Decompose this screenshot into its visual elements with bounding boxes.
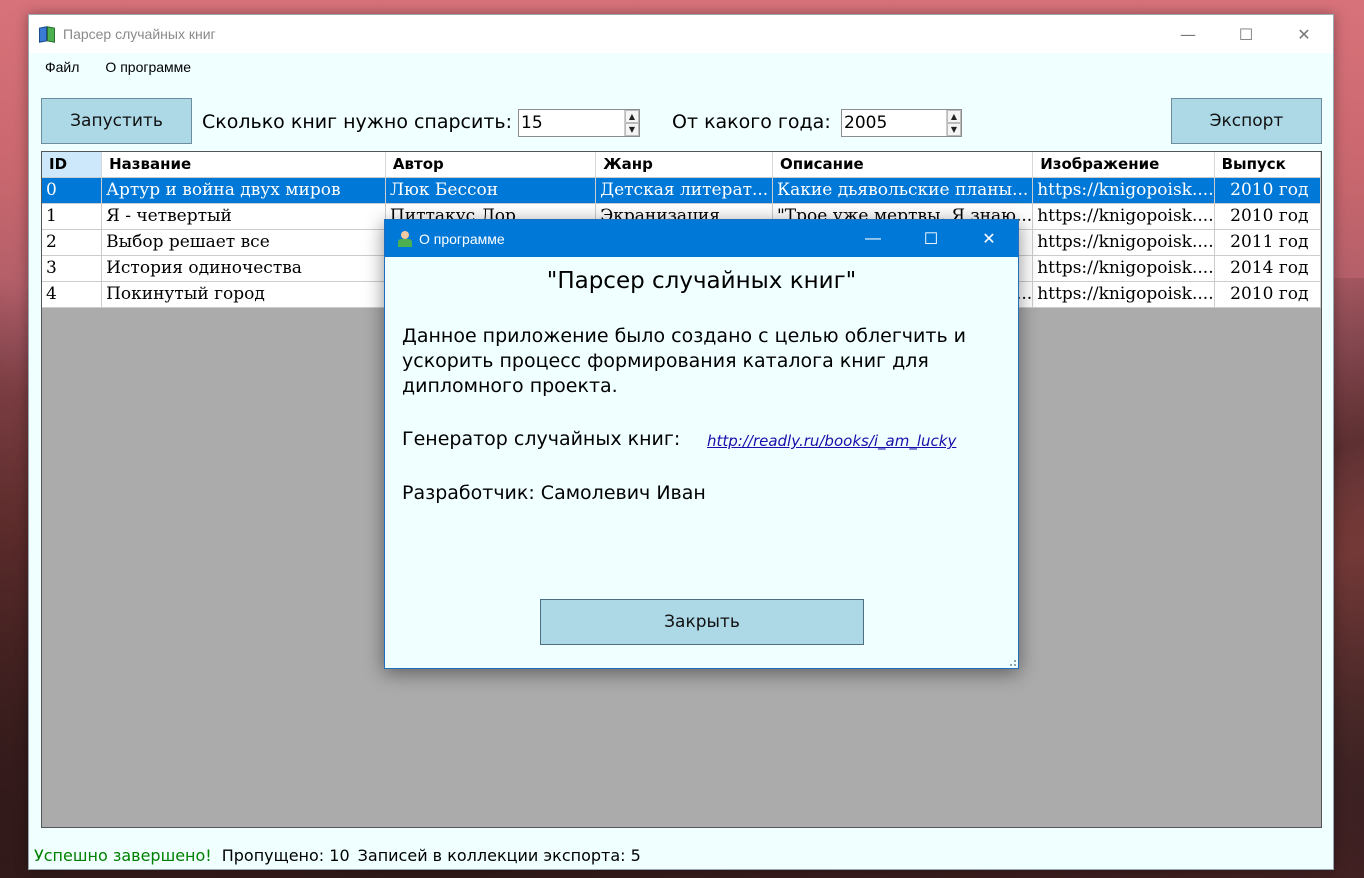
dialog-close-x-button[interactable]: ✕ — [960, 220, 1018, 257]
table-cell[interactable]: Покинутый город — [101, 281, 386, 308]
person-icon — [397, 230, 413, 247]
maximize-button[interactable]: ☐ — [1217, 15, 1275, 53]
table-cell[interactable]: История одиночества — [101, 255, 386, 282]
resize-grip-icon[interactable] — [1010, 660, 1016, 666]
column-header-image[interactable]: Изображение — [1032, 152, 1215, 178]
table-cell[interactable]: Люк Бессон — [385, 177, 597, 204]
column-header-author[interactable]: Автор — [385, 152, 597, 178]
table-cell[interactable]: 2014 год — [1214, 255, 1322, 282]
year-up-arrow-icon[interactable]: ▲ — [947, 110, 961, 123]
status-bar: Успешно завершено! Пропущено: 10 Записей… — [29, 841, 1333, 869]
table-cell[interactable]: Артур и война двух миров — [101, 177, 386, 204]
developer-text: Разработчик: Самолевич Иван — [402, 482, 706, 504]
dialog-heading: "Парсер случайных книг" — [546, 268, 857, 294]
table-row[interactable]: 0 Артур и война двух миров Люк Бессон Де… — [42, 177, 1322, 204]
count-value[interactable]: 15 — [521, 113, 624, 133]
count-up-arrow-icon[interactable]: ▲ — [625, 110, 639, 123]
table-cell[interactable]: https://knigopoisk.... — [1032, 255, 1215, 282]
column-header-genre[interactable]: Жанр — [595, 152, 773, 178]
dialog-description: Данное приложение было создано с целью о… — [402, 325, 967, 397]
table-cell[interactable]: 0 — [42, 177, 103, 204]
table-cell[interactable]: 2010 год — [1214, 177, 1322, 204]
table-cell[interactable]: 2010 год — [1214, 281, 1322, 308]
year-down-arrow-icon[interactable]: ▼ — [947, 123, 961, 136]
dialog-title: О программе — [419, 230, 505, 247]
table-cell[interactable]: 3 — [42, 255, 103, 282]
export-button[interactable]: Экспорт — [1171, 98, 1322, 144]
window-title: Парсер случайных книг — [63, 26, 216, 42]
table-cell[interactable]: Детская литерат... — [595, 177, 773, 204]
about-dialog: О программе — ☐ ✕ "Парсер случайных книг… — [384, 219, 1019, 669]
dialog-minimize-button[interactable]: — — [844, 220, 902, 257]
minimize-button[interactable]: — — [1159, 15, 1217, 53]
table-cell[interactable]: 4 — [42, 281, 103, 308]
table-cell[interactable]: Я - четвертый — [101, 203, 386, 230]
count-label: Сколько книг нужно спарсить: — [202, 111, 513, 133]
table-cell[interactable]: 2010 год — [1214, 203, 1322, 230]
year-label: От какого года: — [672, 111, 831, 133]
table-cell[interactable]: 1 — [42, 203, 103, 230]
status-success: Успешно завершено! — [34, 845, 212, 865]
table-cell[interactable]: https://knigopoisk.... — [1032, 229, 1215, 256]
dialog-title-bar[interactable]: О программе — ☐ ✕ — [385, 220, 1018, 257]
column-header-title[interactable]: Название — [101, 152, 386, 178]
count-down-arrow-icon[interactable]: ▼ — [625, 123, 639, 136]
generator-link[interactable]: http://readly.ru/books/i_am_lucky — [707, 432, 956, 450]
menu-file[interactable]: Файл — [35, 59, 89, 75]
toolbar: Запустить Сколько книг нужно спарсить: 1… — [29, 85, 1333, 159]
menu-bar: Файл О программе — [29, 53, 1333, 81]
table-cell[interactable]: https://knigopoisk.... — [1032, 177, 1215, 204]
count-stepper[interactable]: 15 ▲ ▼ — [518, 109, 640, 137]
table-header-row: ID Название Автор Жанр Описание Изображе… — [42, 152, 1322, 178]
dialog-close-button[interactable]: Закрыть — [540, 599, 864, 645]
column-header-release[interactable]: Выпуск — [1214, 152, 1322, 178]
table-cell[interactable]: 2 — [42, 229, 103, 256]
year-value[interactable]: 2005 — [844, 113, 946, 133]
dialog-maximize-button[interactable]: ☐ — [902, 220, 960, 257]
year-stepper[interactable]: 2005 ▲ ▼ — [841, 109, 962, 137]
run-button[interactable]: Запустить — [41, 98, 192, 144]
status-records: Записей в коллекции экспорта: 5 — [357, 845, 641, 865]
books-icon — [39, 25, 57, 43]
menu-about[interactable]: О программе — [95, 59, 201, 75]
close-button[interactable]: ✕ — [1275, 15, 1333, 53]
table-cell[interactable]: https://knigopoisk.... — [1032, 203, 1215, 230]
column-header-description[interactable]: Описание — [772, 152, 1034, 178]
status-skipped: Пропущено: 10 — [221, 845, 350, 865]
table-cell[interactable]: 2011 год — [1214, 229, 1322, 256]
table-cell[interactable]: Выбор решает все — [101, 229, 386, 256]
table-cell[interactable]: https://knigopoisk.... — [1032, 281, 1215, 308]
generator-label: Генератор случайных книг: — [402, 428, 681, 450]
column-header-id[interactable]: ID — [42, 152, 103, 178]
title-bar[interactable]: Парсер случайных книг — ☐ ✕ — [29, 15, 1333, 53]
table-cell[interactable]: Какие дьявольские планы... — [772, 177, 1034, 204]
